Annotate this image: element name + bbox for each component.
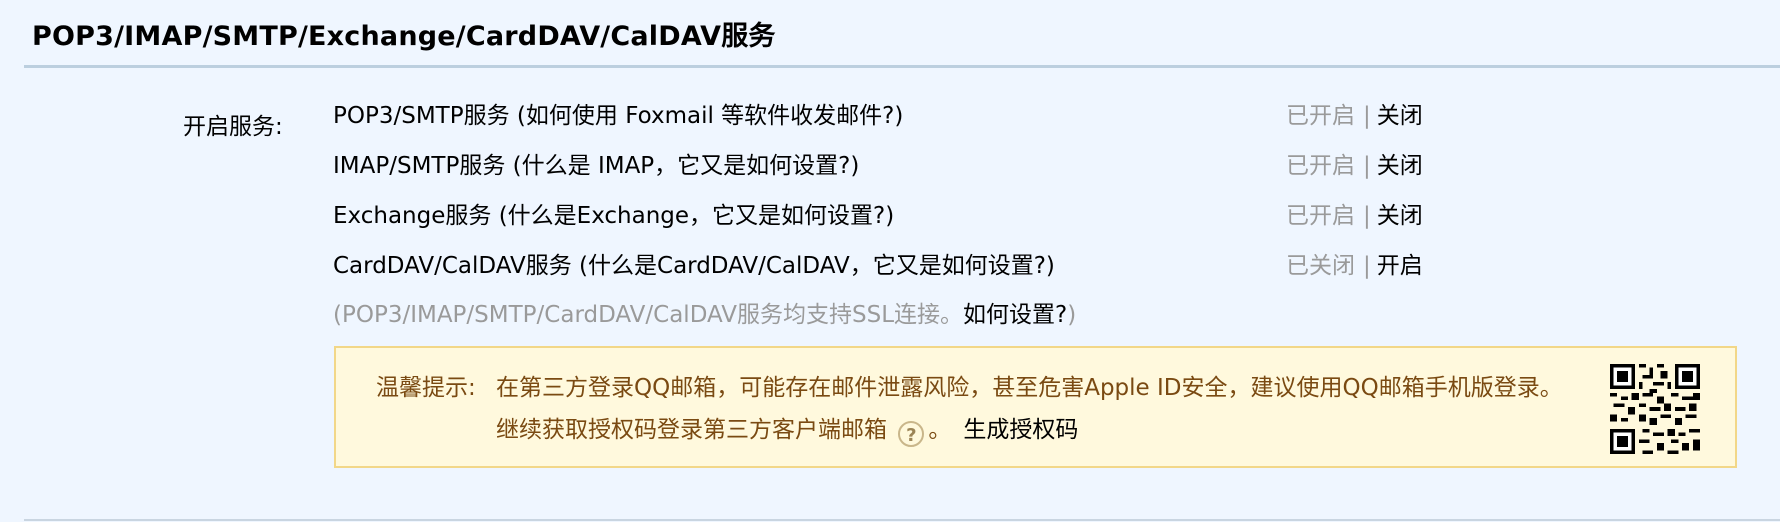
title-divider [24, 65, 1780, 68]
service-status: 已开启 [1286, 203, 1355, 229]
service-status: 已关闭 [1286, 253, 1355, 279]
ssl-note-text: (POP3/IMAP/SMTP/CardDAV/CalDAV服务均支持SSL连接… [333, 302, 964, 328]
service-status-cell: 已关闭 | 开启 [1286, 249, 1423, 283]
service-toggle-link[interactable]: 关闭 [1377, 103, 1423, 129]
bottom-divider [24, 519, 1780, 521]
status-separator: | [1363, 203, 1371, 229]
status-separator: | [1363, 253, 1371, 279]
service-toggle-link[interactable]: 关闭 [1377, 153, 1423, 179]
service-status-cell: 已开启 | 关闭 [1286, 149, 1423, 183]
service-status-cell: 已开启 | 关闭 [1286, 99, 1423, 133]
service-row-imap: IMAP/SMTP服务 (什么是 IMAP，它又是如何设置?) 已开启 | 关闭 [333, 149, 1453, 183]
service-row-pop3: POP3/SMTP服务 (如何使用 Foxmail 等软件收发邮件?) 已开启 |… [333, 99, 1453, 133]
service-name: CardDAV/CalDAV服务 [333, 253, 572, 279]
qr-code-icon [1610, 364, 1700, 454]
service-help-link[interactable]: (什么是 IMAP，它又是如何设置?) [513, 153, 860, 179]
service-status-cell: 已开启 | 关闭 [1286, 199, 1423, 233]
generate-auth-code-link[interactable]: 生成授权码 [963, 417, 1078, 443]
service-status: 已开启 [1286, 153, 1355, 179]
service-status: 已开启 [1286, 103, 1355, 129]
ssl-support-note: (POP3/IMAP/SMTP/CardDAV/CalDAV服务均支持SSL连接… [333, 298, 1076, 332]
warm-tip-box: 温馨提示: 在第三方登录QQ邮箱，可能存在邮件泄露风险，甚至危害Apple ID… [334, 346, 1737, 468]
tip-label: 温馨提示: [376, 375, 476, 401]
service-name: IMAP/SMTP服务 [333, 153, 506, 179]
status-separator: | [1363, 153, 1371, 179]
service-row-carddav: CardDAV/CalDAV服务 (什么是CardDAV/CalDAV，它又是如… [333, 249, 1453, 283]
service-name: POP3/SMTP服务 [333, 103, 510, 129]
tip-auth-code-text: 继续获取授权码登录第三方客户端邮箱 [496, 417, 887, 443]
tip-warning-text: 在第三方登录QQ邮箱，可能存在邮件泄露风险，甚至危害Apple ID安全，建议使… [496, 375, 1563, 401]
service-name: Exchange服务 [333, 203, 492, 229]
service-help-link[interactable]: (什么是CardDAV/CalDAV，它又是如何设置?) [579, 253, 1055, 279]
service-toggle-link[interactable]: 关闭 [1377, 203, 1423, 229]
tip-auth-code-line: 继续获取授权码登录第三方客户端邮箱 ?。生成授权码 [496, 410, 1078, 447]
status-separator: | [1363, 103, 1371, 129]
service-row-exchange: Exchange服务 (什么是Exchange，它又是如何设置?) 已开启 | 关闭 [333, 199, 1453, 233]
ssl-setup-link[interactable]: 如何设置? [963, 302, 1067, 328]
ssl-note-suffix: ) [1067, 302, 1077, 328]
section-title: POP3/IMAP/SMTP/Exchange/CardDAV/CalDAV服务 [32, 21, 776, 52]
tip-punctuation: 。 [928, 417, 952, 443]
question-circle-icon[interactable]: ? [898, 421, 925, 447]
service-toggle-link[interactable]: 开启 [1377, 253, 1423, 279]
service-help-link[interactable]: (什么是Exchange，它又是如何设置?) [499, 203, 895, 229]
service-help-link[interactable]: (如何使用 Foxmail 等软件收发邮件?) [517, 103, 903, 129]
service-field-label: 开启服务: [183, 114, 283, 140]
